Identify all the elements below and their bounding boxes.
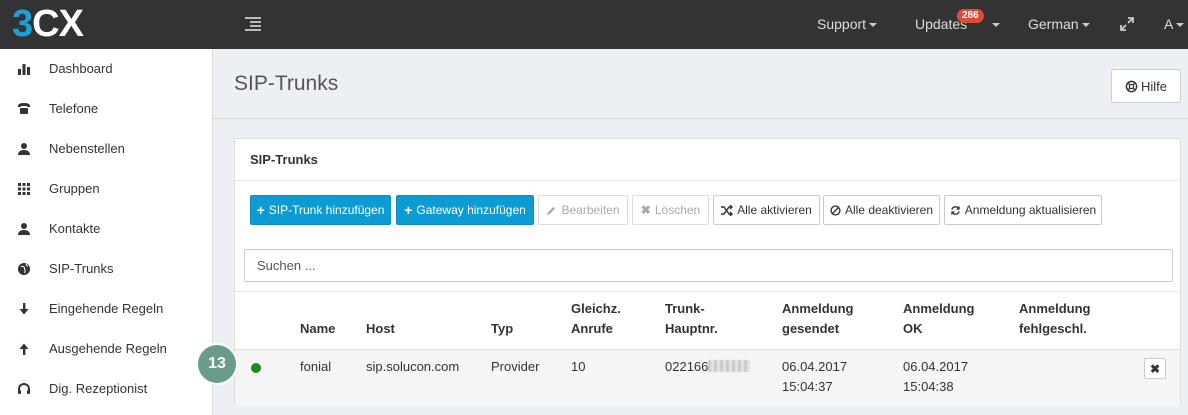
logo-prefix: 3 bbox=[12, 2, 33, 45]
column-header-simultaneous-calls[interactable]: Gleichz. Anrufe bbox=[571, 299, 621, 339]
sidebar-item-label: Nebenstellen bbox=[49, 141, 125, 156]
grid-icon bbox=[18, 183, 30, 195]
refresh-registration-button[interactable]: Anmeldung aktualisieren bbox=[944, 195, 1102, 225]
cell-name: fonial bbox=[300, 359, 332, 374]
cell-main-number: 022166 bbox=[665, 357, 751, 377]
sidebar-item-kontakte[interactable]: Kontakte bbox=[0, 209, 213, 249]
help-button[interactable]: Hilfe bbox=[1111, 69, 1181, 103]
plus-icon: + bbox=[256, 202, 265, 218]
sidebar-item-label: Dig. Rezeptionist bbox=[49, 381, 148, 396]
page-title: SIP-Trunks bbox=[234, 72, 339, 95]
arrow-up-icon bbox=[19, 343, 29, 355]
deactivate-all-label: Alle deaktivieren bbox=[844, 203, 934, 217]
refresh-registration-label: Anmeldung aktualisieren bbox=[964, 203, 1097, 217]
sidebar-item-label: SIP-Trunks bbox=[49, 261, 114, 276]
user-icon bbox=[18, 223, 30, 235]
row-delete-button[interactable]: ✖ bbox=[1144, 358, 1166, 379]
panel-header: SIP-Trunks bbox=[235, 139, 1180, 181]
ban-icon bbox=[830, 204, 841, 216]
activate-all-button[interactable]: Alle aktivieren bbox=[713, 195, 820, 225]
column-header-registration-sent[interactable]: Anmeldung gesendet bbox=[782, 299, 854, 339]
column-header-name[interactable]: Name bbox=[300, 319, 335, 339]
support-label: Support bbox=[817, 16, 867, 32]
table-top-border bbox=[235, 291, 1180, 292]
help-label: Hilfe bbox=[1140, 78, 1167, 94]
cell-host: sip.solucon.com bbox=[366, 359, 460, 374]
language-menu[interactable]: German bbox=[1028, 0, 1090, 49]
sidebar-item-gruppen[interactable]: Gruppen bbox=[0, 169, 213, 209]
cell-type: Provider bbox=[491, 359, 540, 374]
sip-trunks-panel: SIP-Trunks + SIP-Trunk hinzufügen + Gate… bbox=[234, 138, 1181, 406]
pencil-icon bbox=[547, 206, 556, 215]
sidebar-item-ausgehende-regeln[interactable]: Ausgehende Regeln bbox=[0, 329, 213, 369]
activate-all-label: Alle aktivieren bbox=[737, 203, 812, 217]
status-online-icon bbox=[251, 363, 261, 373]
add-gateway-label: Gateway hinzufügen bbox=[416, 203, 526, 217]
add-sip-trunk-button[interactable]: + SIP-Trunk hinzufügen bbox=[250, 195, 391, 225]
sidebar-item-label: Dashboard bbox=[49, 61, 113, 76]
phone-icon bbox=[18, 103, 30, 114]
globe-icon bbox=[18, 263, 30, 275]
sidebar-item-nebenstellen[interactable]: Nebenstellen bbox=[0, 129, 213, 169]
updates-menu[interactable]: Updates bbox=[915, 0, 967, 49]
header-divider bbox=[213, 118, 1188, 119]
sidebar-item-dashboard[interactable]: Dashboard bbox=[0, 49, 213, 89]
sidebar-item-dig-rezeptionist[interactable]: Dig. Rezeptionist bbox=[0, 369, 213, 409]
plus-icon: + bbox=[404, 202, 413, 218]
chevron-down-icon bbox=[869, 23, 878, 28]
user-menu[interactable]: A bbox=[1164, 0, 1185, 49]
delete-label: Löschen bbox=[654, 203, 701, 217]
sidebar-item-telefone[interactable]: Telefone bbox=[0, 89, 213, 129]
cell-registration-ok: 06.04.2017 15:04:38 bbox=[903, 359, 969, 394]
support-menu[interactable]: Support bbox=[817, 0, 878, 49]
fullscreen-icon[interactable] bbox=[1120, 17, 1134, 31]
chevron-down-icon bbox=[1081, 23, 1090, 28]
step-marker: 13 bbox=[198, 345, 236, 383]
sidebar: Dashboard Telefone Nebenstellen Gruppen … bbox=[0, 49, 213, 415]
add-sip-trunk-label: SIP-Trunk hinzufügen bbox=[268, 203, 385, 217]
cell-simultaneous-calls: 10 bbox=[571, 359, 586, 374]
add-gateway-button[interactable]: + Gateway hinzufügen bbox=[396, 195, 534, 225]
bar-chart-icon bbox=[18, 64, 30, 75]
column-header-main-number[interactable]: Trunk- Hauptnr. bbox=[665, 299, 718, 339]
language-label: German bbox=[1028, 16, 1079, 32]
edit-label: Bearbeiten bbox=[561, 203, 620, 217]
shuffle-icon bbox=[721, 204, 734, 216]
chevron-down-icon bbox=[1176, 23, 1185, 28]
column-header-registration-ok[interactable]: Anmeldung OK bbox=[903, 299, 975, 339]
sidebar-item-eingehende-regeln[interactable]: Eingehende Regeln bbox=[0, 289, 213, 329]
updates-badge: 286 bbox=[957, 9, 984, 23]
chevron-down-icon[interactable] bbox=[992, 23, 1000, 27]
column-header-host[interactable]: Host bbox=[366, 319, 395, 339]
edit-button[interactable]: Bearbeiten bbox=[538, 195, 628, 225]
headset-icon bbox=[18, 383, 30, 394]
sidebar-item-label: Eingehende Regeln bbox=[49, 301, 164, 316]
sidebar-item-label: Ausgehende Regeln bbox=[49, 341, 167, 356]
refresh-icon bbox=[950, 205, 960, 215]
top-navbar: 3 CX Support Updates 286 German A bbox=[0, 0, 1188, 49]
menu-toggle-icon[interactable] bbox=[245, 17, 261, 31]
redacted-number bbox=[708, 360, 751, 372]
user-label: A bbox=[1164, 16, 1174, 32]
logo-suffix: CX bbox=[32, 2, 84, 45]
panel-title: SIP-Trunks bbox=[250, 152, 318, 167]
user-icon bbox=[18, 143, 30, 155]
column-header-type[interactable]: Typ bbox=[491, 319, 513, 339]
close-icon: ✖ bbox=[1149, 361, 1161, 376]
3cx-logo[interactable]: 3 CX bbox=[12, 2, 84, 45]
sidebar-item-label: Kontakte bbox=[49, 221, 101, 236]
lifebuoy-icon bbox=[1125, 80, 1138, 92]
column-header-registration-failed[interactable]: Anmeldung fehlgeschl. bbox=[1019, 299, 1091, 339]
delete-button[interactable]: ✖ Löschen bbox=[632, 195, 709, 225]
sidebar-item-label: Gruppen bbox=[49, 181, 100, 196]
close-icon: ✖ bbox=[640, 203, 651, 217]
sidebar-item-sip-trunks[interactable]: SIP-Trunks bbox=[0, 249, 213, 289]
search-input[interactable] bbox=[244, 249, 1173, 282]
sidebar-item-label: Telefone bbox=[49, 101, 99, 116]
cell-registration-sent: 06.04.2017 15:04:37 bbox=[782, 359, 848, 394]
arrow-down-icon bbox=[19, 303, 29, 315]
deactivate-all-button[interactable]: Alle deaktivieren bbox=[823, 195, 940, 225]
